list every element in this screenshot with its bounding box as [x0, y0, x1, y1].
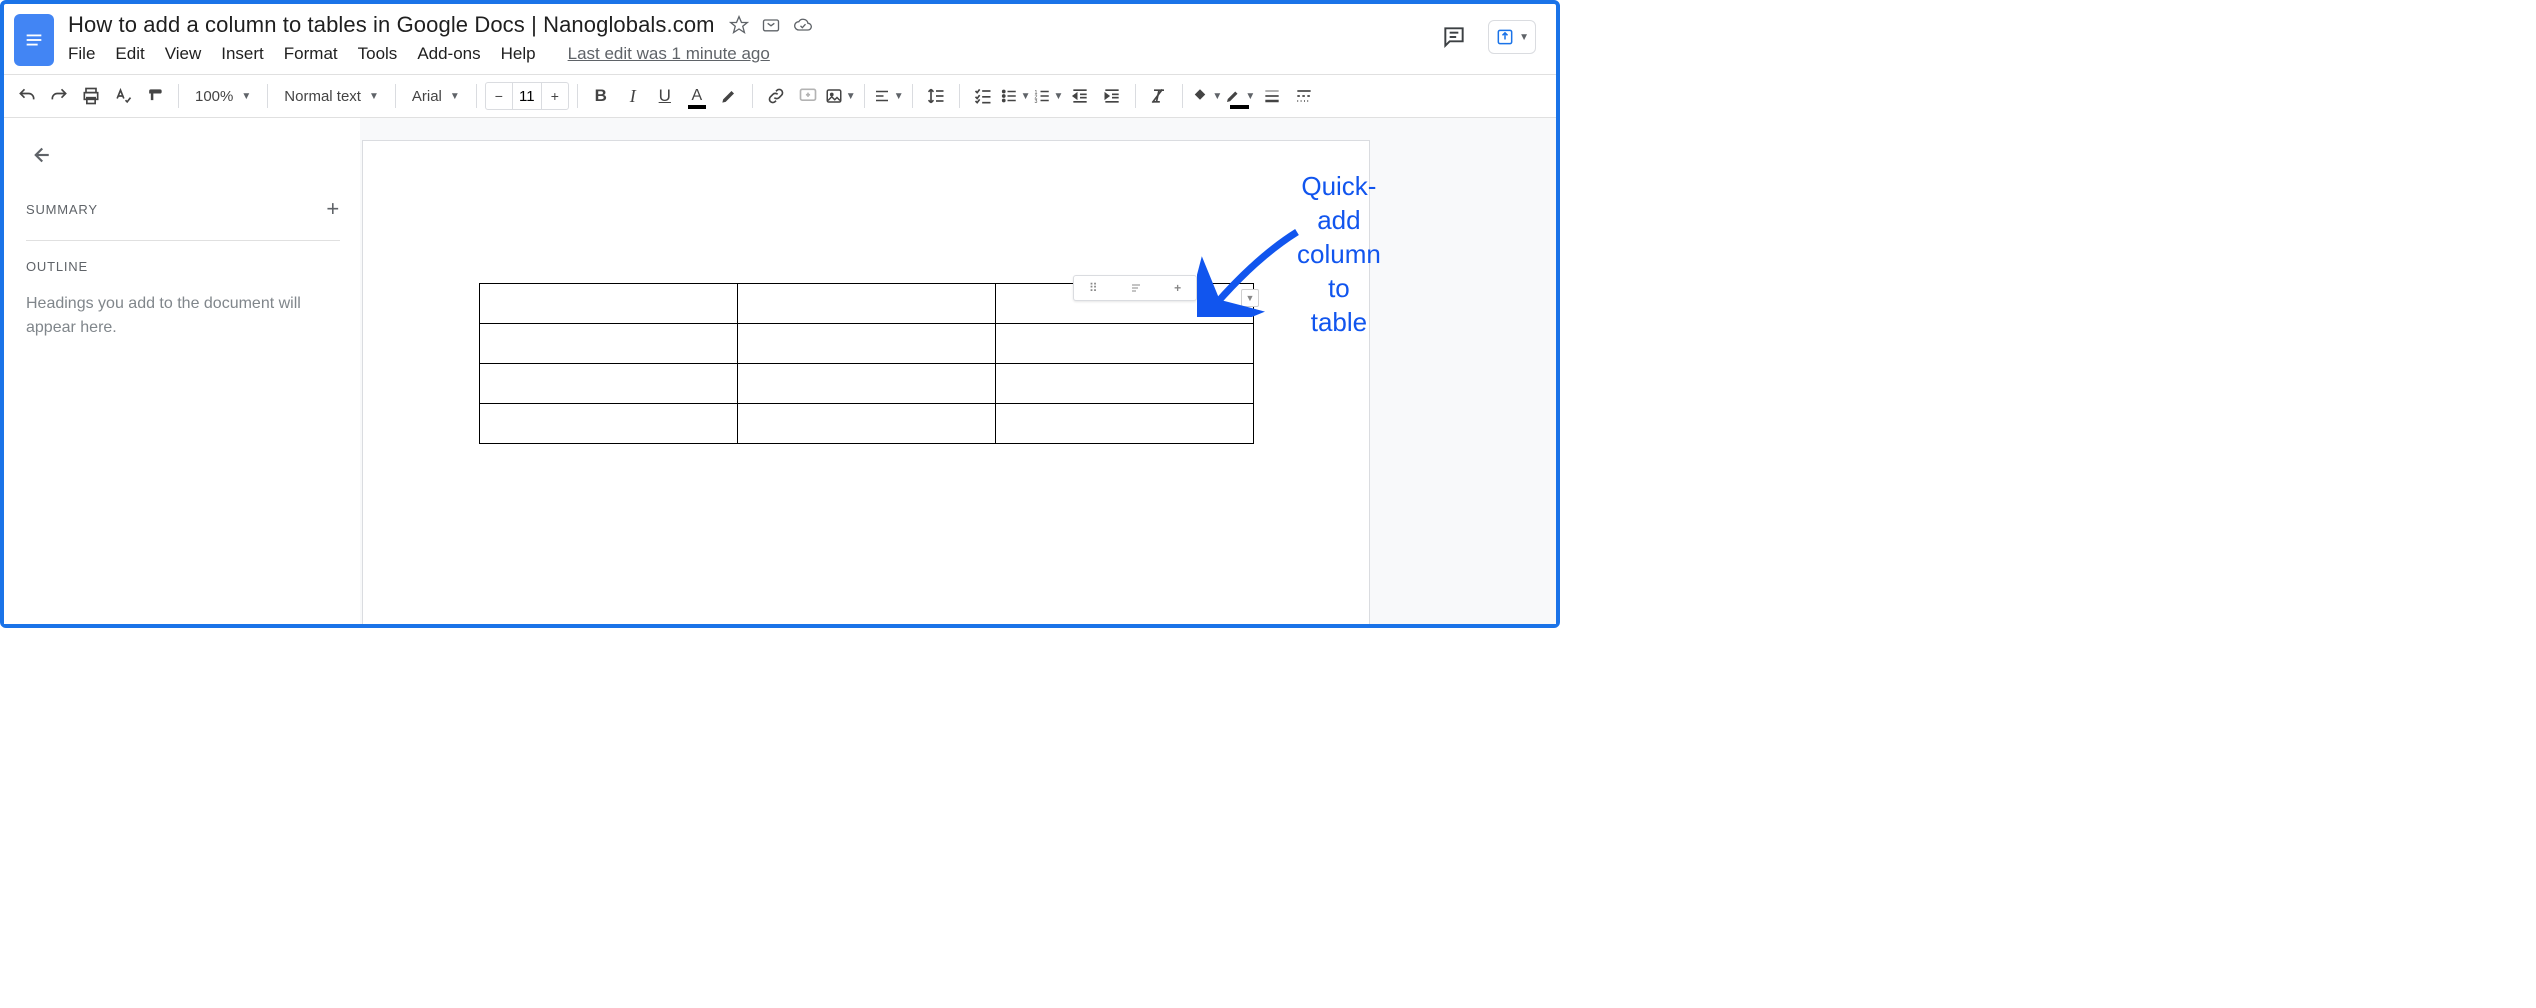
sidebar-divider [26, 240, 340, 241]
underline-button[interactable]: U [650, 81, 680, 111]
menu-help[interactable]: Help [501, 44, 536, 64]
title-bar: How to add a column to tables in Google … [4, 4, 1556, 66]
document-title[interactable]: How to add a column to tables in Google … [68, 12, 715, 38]
increase-indent-button[interactable] [1097, 81, 1127, 111]
font-size-input[interactable] [512, 83, 542, 109]
decrease-indent-button[interactable] [1065, 81, 1095, 111]
insert-image-button[interactable]: ▼ [825, 81, 856, 111]
menu-view[interactable]: View [165, 44, 202, 64]
document-table[interactable] [479, 283, 1254, 444]
print-button[interactable] [76, 81, 106, 111]
chevron-down-icon: ▼ [369, 91, 379, 102]
checklist-button[interactable] [968, 81, 998, 111]
spellcheck-button[interactable] [108, 81, 138, 111]
align-button[interactable]: ▼ [873, 81, 904, 111]
chevron-down-icon: ▼ [1054, 91, 1064, 102]
table-options-handle[interactable]: ▼ [1241, 289, 1259, 307]
add-column-button[interactable]: + [1174, 281, 1181, 295]
share-button[interactable]: ▼ [1488, 20, 1536, 54]
outline-sidebar: SUMMARY + OUTLINE Headings you add to th… [4, 118, 360, 624]
document-canvas[interactable]: ⠿ + ▼ Quick-add column to table [360, 118, 1556, 624]
chevron-down-icon: ▼ [241, 91, 251, 102]
fill-color-button[interactable]: ▼ [1191, 81, 1222, 111]
app-logo[interactable] [14, 14, 54, 66]
menu-addons[interactable]: Add-ons [417, 44, 480, 64]
decrease-font-button[interactable]: − [486, 82, 512, 110]
numbered-list-button[interactable]: 123▼ [1033, 81, 1064, 111]
outline-empty-hint: Headings you add to the document will ap… [26, 292, 340, 340]
text-color-button[interactable]: A [682, 81, 712, 111]
drag-handle-icon[interactable]: ⠿ [1089, 281, 1099, 295]
redo-button[interactable] [44, 81, 74, 111]
menu-insert[interactable]: Insert [221, 44, 264, 64]
bold-button[interactable]: B [586, 81, 616, 111]
table-row [480, 324, 1254, 364]
table-row [480, 404, 1254, 444]
font-value: Arial [412, 88, 442, 105]
chevron-down-icon: ▼ [1245, 91, 1255, 102]
table-row [480, 364, 1254, 404]
insert-comment-button[interactable] [793, 81, 823, 111]
border-width-button[interactable] [1257, 81, 1287, 111]
insert-link-button[interactable] [761, 81, 791, 111]
bulleted-list-button[interactable]: ▼ [1000, 81, 1031, 111]
font-size-control: − + [485, 82, 569, 110]
border-color-button[interactable]: ▼ [1224, 81, 1255, 111]
add-summary-button[interactable]: + [326, 196, 340, 222]
outline-heading: OUTLINE [26, 259, 340, 274]
collapse-sidebar-button[interactable] [26, 142, 54, 170]
document-page[interactable]: ⠿ + ▼ Quick-add column to table [362, 140, 1370, 624]
last-edit-link[interactable]: Last edit was 1 minute ago [568, 44, 770, 64]
chevron-down-icon: ▼ [1021, 91, 1031, 102]
svg-text:3: 3 [1034, 99, 1037, 105]
sort-icon[interactable] [1128, 282, 1144, 294]
line-spacing-button[interactable] [921, 81, 951, 111]
style-value: Normal text [284, 88, 361, 105]
quick-add-column-control[interactable]: ⠿ + [1073, 275, 1197, 301]
highlight-color-button[interactable] [714, 81, 744, 111]
chevron-down-icon: ▼ [1519, 32, 1529, 43]
summary-heading: SUMMARY [26, 202, 98, 217]
formatting-toolbar: 100%▼ Normal text▼ Arial▼ − + B I U A ▼ … [4, 74, 1556, 118]
paragraph-style-select[interactable]: Normal text ▼ [276, 81, 387, 111]
move-icon[interactable] [761, 15, 781, 35]
italic-button[interactable]: I [618, 81, 648, 111]
paint-format-button[interactable] [140, 81, 170, 111]
annotation-label: Quick-add column to table [1297, 169, 1381, 339]
menu-edit[interactable]: Edit [115, 44, 144, 64]
menu-bar: File Edit View Insert Format Tools Add-o… [68, 44, 1424, 64]
clear-formatting-button[interactable] [1144, 81, 1174, 111]
chevron-down-icon: ▼ [450, 91, 460, 102]
font-family-select[interactable]: Arial ▼ [404, 81, 468, 111]
comments-button[interactable] [1438, 21, 1470, 53]
menu-format[interactable]: Format [284, 44, 338, 64]
border-style-button[interactable] [1289, 81, 1319, 111]
increase-font-button[interactable]: + [542, 82, 568, 110]
chevron-down-icon: ▼ [1212, 91, 1222, 102]
zoom-value: 100% [195, 88, 233, 105]
undo-button[interactable] [12, 81, 42, 111]
chevron-down-icon: ▼ [894, 91, 904, 102]
cloud-status-icon[interactable] [793, 15, 813, 35]
menu-tools[interactable]: Tools [358, 44, 398, 64]
star-icon[interactable] [729, 15, 749, 35]
chevron-down-icon: ▼ [846, 91, 856, 102]
menu-file[interactable]: File [68, 44, 95, 64]
zoom-select[interactable]: 100% ▼ [187, 81, 259, 111]
